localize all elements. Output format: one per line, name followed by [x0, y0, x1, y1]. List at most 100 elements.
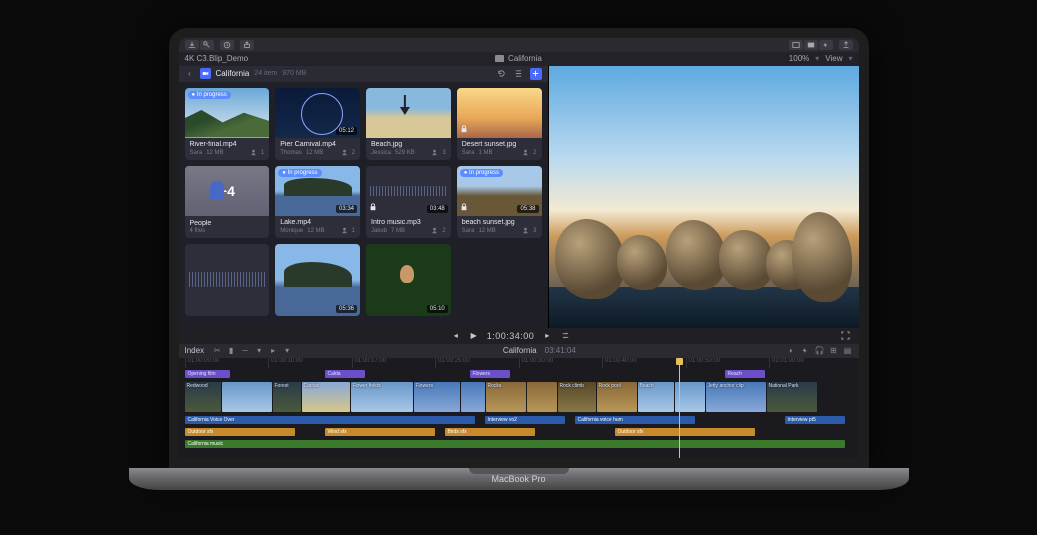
keyword-button[interactable]: [200, 40, 214, 50]
laptop-label: MacBook Pro: [129, 474, 909, 484]
video-clip[interactable]: Rocks: [486, 382, 526, 412]
media-card[interactable]: 05:12Pier Carnival.mp4Thomas12 MB2: [275, 88, 360, 160]
clip-label: Jetty anchor clip: [708, 383, 744, 389]
media-card[interactable]: ● In progress00:38River-final.mp4Sara12 …: [185, 88, 270, 160]
connect-button[interactable]: ─: [240, 346, 250, 356]
clip-label: Forest: [275, 383, 289, 389]
back-button[interactable]: ‹: [185, 69, 195, 79]
audio-track-1[interactable]: California Voice Over Interview vo2 Califo…: [185, 416, 853, 424]
chapter-marker[interactable]: Reach: [725, 370, 765, 378]
video-clip[interactable]: [461, 382, 485, 412]
full-screen-button[interactable]: [841, 331, 851, 341]
audio-clip[interactable]: Outdoor sfx: [185, 428, 295, 436]
media-card[interactable]: ● In progress05:38beach sunset.jpgSara12…: [457, 166, 542, 238]
author-label: Monique: [280, 228, 303, 234]
video-clip[interactable]: National Park: [767, 382, 817, 412]
audio-inspector-button[interactable]: [819, 40, 833, 50]
media-card[interactable]: +4People4 files: [185, 166, 270, 238]
list-view-button[interactable]: [513, 68, 525, 80]
audio-clip[interactable]: Interview vo2: [485, 416, 565, 424]
video-clip[interactable]: Flower fields: [351, 382, 413, 412]
media-name: Intro music.mp3: [371, 219, 446, 226]
media-card[interactable]: 05:10: [366, 244, 451, 316]
media-card[interactable]: 05:36: [275, 244, 360, 316]
share-button[interactable]: [240, 40, 254, 50]
trim-tool-button[interactable]: ✂: [212, 346, 222, 356]
append-button[interactable]: ▸: [268, 346, 278, 356]
video-clip[interactable]: Cactus: [302, 382, 350, 412]
browser-header: ‹ California 24 item 970 MB: [179, 66, 548, 82]
next-edit-button[interactable]: ▸: [542, 331, 552, 341]
ruler-tick: 01:01:00:00: [769, 358, 853, 368]
top-toolbar: [179, 38, 859, 52]
media-card[interactable]: ● In progress03:34Lake.mp4Monique12 MB1: [275, 166, 360, 238]
audio-skim-button[interactable]: [801, 346, 811, 356]
playhead[interactable]: [679, 358, 680, 458]
size-label: 12 MB: [206, 150, 223, 156]
video-clip[interactable]: [527, 382, 557, 412]
chapter-marker[interactable]: Calda: [325, 370, 365, 378]
add-button[interactable]: [530, 68, 542, 80]
tools-menu[interactable]: ▾: [282, 346, 292, 356]
duration-label: 05:36: [336, 305, 357, 313]
audio-clip[interactable]: Wind sfx: [325, 428, 435, 436]
chapter-marker[interactable]: Opening film: [185, 370, 230, 378]
timeline[interactable]: 01:00:00:0001:00:10:0001:00:17:0001:00:2…: [179, 358, 859, 458]
video-clip[interactable]: Rock climb: [558, 382, 596, 412]
audio-clip[interactable]: California music: [185, 440, 845, 448]
audio-clip[interactable]: California voice hum: [575, 416, 695, 424]
timeline-toolbar: Index ✂ ▮ ─ ▾ ▸ ▾ California 03:41:04 ◐ …: [179, 344, 859, 358]
play-button[interactable]: ▶: [469, 331, 479, 341]
media-name: Lake.mp4: [280, 219, 355, 226]
bg-task-button[interactable]: [220, 40, 234, 50]
video-inspector-button[interactable]: [804, 40, 818, 50]
people-icon: [522, 149, 529, 156]
status-badge: ● In progress: [460, 169, 503, 177]
color-inspector-button[interactable]: [789, 40, 803, 50]
audio-clip[interactable]: California Voice Over: [185, 416, 475, 424]
blade-tool-button[interactable]: ▮: [226, 346, 236, 356]
library-tab-label[interactable]: California: [508, 54, 542, 63]
refresh-button[interactable]: [496, 68, 508, 80]
video-track[interactable]: Redwood Forest CactusFlower fieldsFlowers R…: [185, 382, 853, 412]
chapter-marker[interactable]: Flowers: [470, 370, 510, 378]
screen: 4K C3.Blip_Demo California 100% ▾ View ▾: [169, 28, 869, 468]
snapping-button[interactable]: ⊞: [829, 346, 839, 356]
share-export-button[interactable]: [839, 40, 853, 50]
clip-appearance-button[interactable]: ▤: [843, 346, 853, 356]
solo-button[interactable]: 🎧: [815, 346, 825, 356]
index-button[interactable]: Index: [185, 346, 205, 355]
audio-clip[interactable]: Birds sfx: [445, 428, 535, 436]
browser-size: 970 MB: [282, 70, 306, 77]
skimming-button[interactable]: ◐: [787, 346, 797, 356]
marker-row: Opening film Calda Flowers Reach: [185, 370, 853, 378]
audio-track-3[interactable]: California music: [185, 440, 853, 448]
video-clip[interactable]: Flowers: [414, 382, 460, 412]
video-clip[interactable]: Beach: [638, 382, 674, 412]
duration-label: 03:34: [336, 205, 357, 213]
media-card[interactable]: 03:48Intro music.mp3Jakob7 MB2: [366, 166, 451, 238]
people-icon: [431, 149, 438, 156]
media-card[interactable]: Desert sunset.jpgSara1 MB2: [457, 88, 542, 160]
status-badge: ● In progress: [278, 169, 321, 177]
view-menu[interactable]: View: [825, 54, 842, 63]
audio-clip[interactable]: Interview pt5: [785, 416, 845, 424]
import-button[interactable]: [185, 40, 199, 50]
insert-button[interactable]: ▾: [254, 346, 264, 356]
video-clip[interactable]: [222, 382, 272, 412]
viewer[interactable]: [549, 66, 859, 328]
audio-track-2[interactable]: Outdoor sfx Wind sfx Birds sfx Outdoor sfx: [185, 428, 853, 436]
loop-button[interactable]: [560, 331, 570, 341]
clip-label: Rock climb: [560, 383, 584, 389]
video-clip[interactable]: Rock pool: [597, 382, 637, 412]
media-name: People: [190, 220, 265, 227]
video-clip[interactable]: Jetty anchor clip: [706, 382, 766, 412]
zoom-level[interactable]: 100%: [789, 54, 809, 63]
media-card[interactable]: [185, 244, 270, 316]
media-card[interactable]: Beach.jpgJessica529 KB3: [366, 88, 451, 160]
video-clip[interactable]: Redwood: [185, 382, 221, 412]
video-clip[interactable]: Forest: [273, 382, 301, 412]
prev-edit-button[interactable]: ◂: [451, 331, 461, 341]
audio-clip[interactable]: Outdoor sfx: [615, 428, 755, 436]
time-ruler[interactable]: 01:00:00:0001:00:10:0001:00:17:0001:00:2…: [185, 358, 853, 368]
